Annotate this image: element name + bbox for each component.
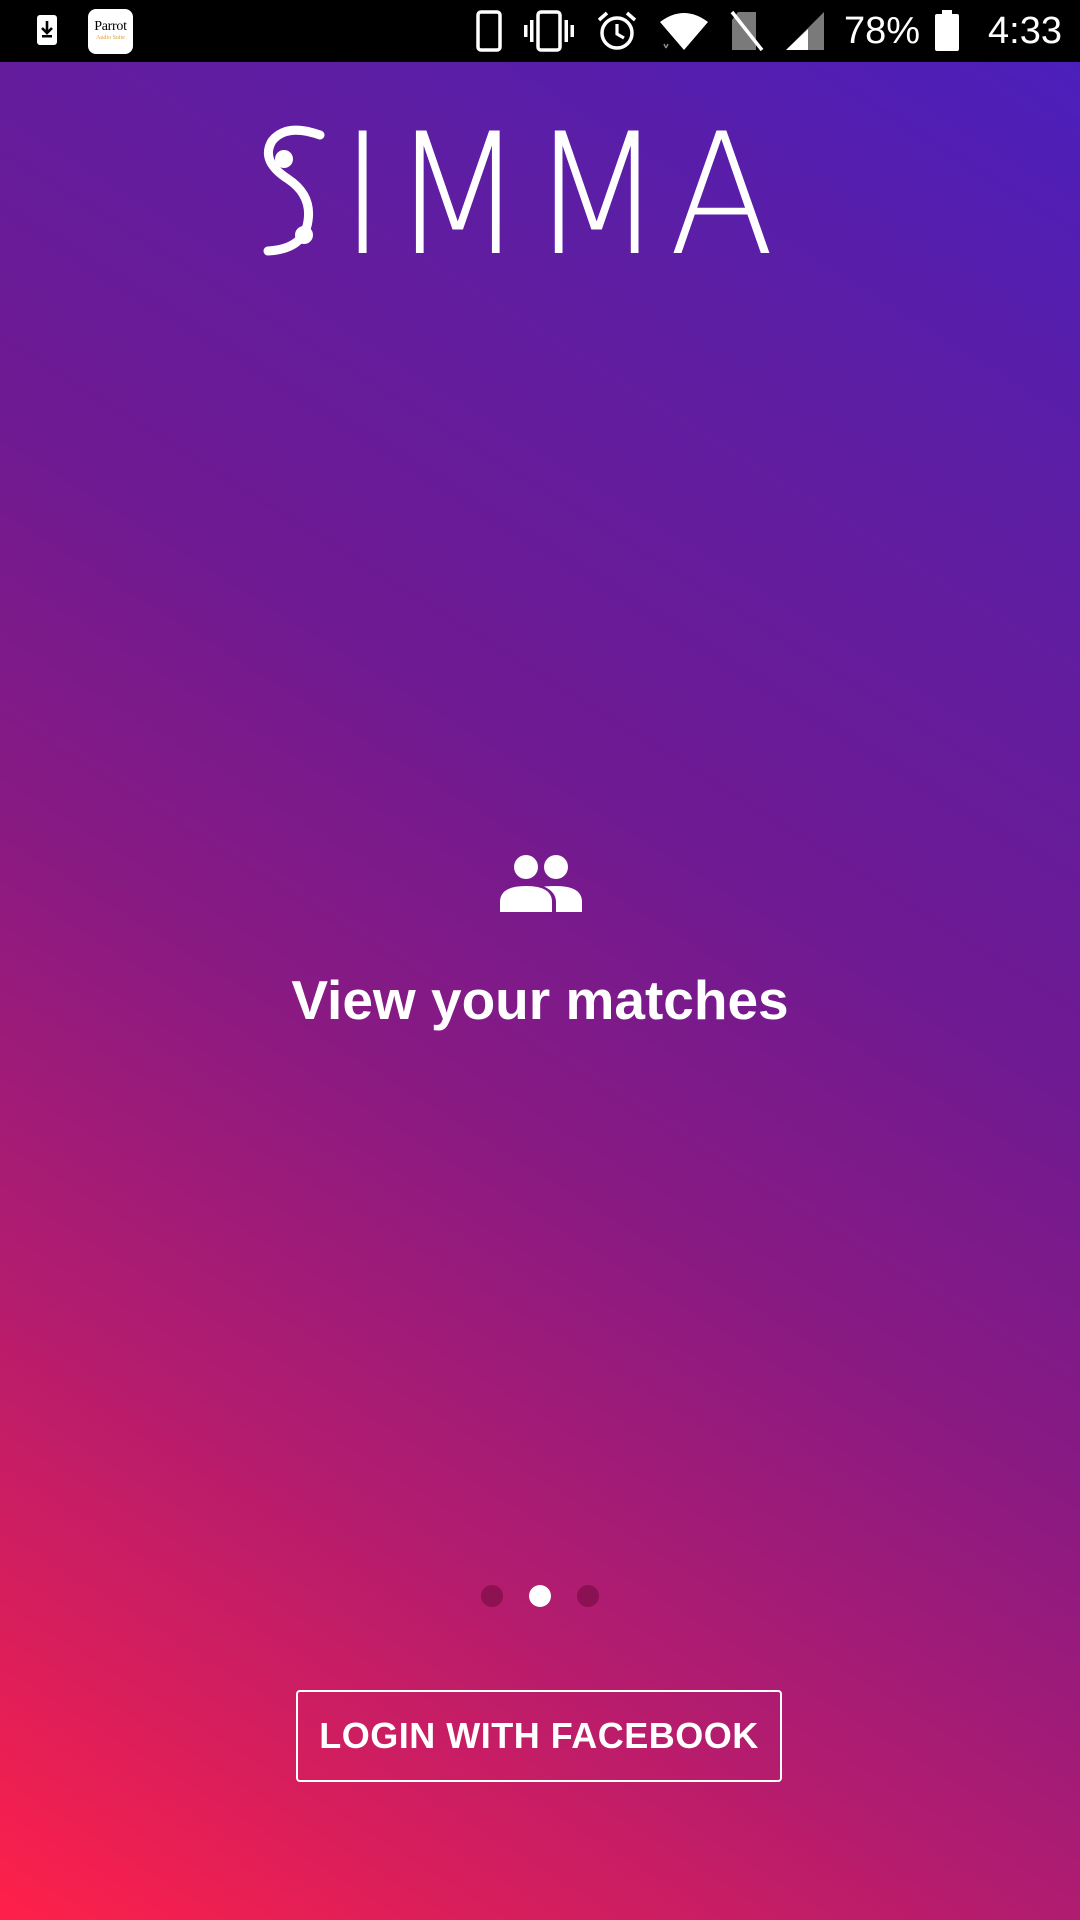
battery-percent: 78%: [843, 9, 921, 52]
phone-icon: [476, 10, 502, 52]
logo-text: IMMA: [339, 97, 780, 293]
page-dot-3[interactable]: [577, 1585, 599, 1607]
app-logo: IMMA: [0, 97, 1080, 293]
wifi-icon: [659, 13, 708, 50]
parrot-icon-text: Parrot: [94, 19, 127, 34]
page-dot-2-active[interactable]: [529, 1585, 551, 1607]
status-icons: 78% 4:33: [454, 0, 1062, 62]
battery-icon: [935, 10, 960, 51]
login-with-facebook-button[interactable]: LOGIN WITH FACEBOOK: [296, 1690, 782, 1782]
parrot-audio-suite-icon: Parrot Audio Suite: [88, 9, 133, 54]
status-bar: Parrot Audio Suite 78% 4:33: [0, 0, 1080, 62]
download-icon: [37, 15, 57, 45]
clock: 4:33: [988, 9, 1062, 52]
page-dot-1[interactable]: [481, 1585, 503, 1607]
vibrate-icon: [523, 10, 574, 52]
alarm-icon: [597, 11, 637, 50]
page-indicator: [0, 1585, 1080, 1607]
no-sim-icon: [730, 10, 764, 52]
slide-title: View your matches: [291, 969, 789, 1031]
people-icon: [500, 855, 582, 912]
welcome-screen: Parrot Audio Suite 78% 4:33 IMMA View yo…: [0, 0, 1080, 1920]
parrot-icon-subtext: Audio Suite: [96, 35, 125, 41]
cell-signal-icon: [785, 12, 824, 50]
logo-s-glyph: [263, 125, 325, 256]
